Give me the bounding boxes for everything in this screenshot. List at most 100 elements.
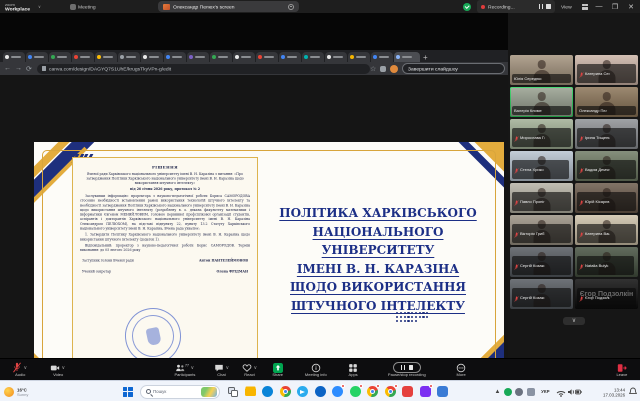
- minimize-button[interactable]: —: [594, 3, 604, 10]
- tray-expand-icon[interactable]: ▲: [495, 389, 501, 395]
- file-explorer-taskbar-icon[interactable]: [244, 385, 257, 398]
- notification-badge: [341, 384, 345, 388]
- antivirus-icon[interactable]: [504, 388, 512, 396]
- participant-name: Катерина Вакуленко: [585, 232, 610, 236]
- language-indicator[interactable]: УКР: [542, 389, 550, 394]
- search-doodle-image: [201, 387, 217, 397]
- participant-tile[interactable]: Катерина Сегеда: [575, 55, 638, 85]
- shared-screen-tab-label: Олександр Пелюх's screen: [173, 4, 234, 10]
- participant-tile[interactable]: Олександр Пелюх: [575, 87, 638, 117]
- tab-favicon: [74, 55, 78, 59]
- participant-tile[interactable]: Ірина Тищенко: [575, 119, 638, 149]
- chrome-profile-2-taskbar-icon[interactable]: [384, 385, 397, 398]
- audio-label: Audio: [15, 373, 25, 376]
- screen-share-icon: [163, 4, 170, 10]
- participant-tile[interactable]: Катерина Вакуленко: [575, 215, 638, 245]
- tab-favicon: [212, 55, 216, 59]
- whatsapp-taskbar-icon[interactable]: [349, 385, 362, 398]
- participant-tile[interactable]: Вікторія Грибалова: [510, 215, 573, 245]
- leave-button[interactable]: Leave: [610, 359, 634, 381]
- telegram-taskbar-icon[interactable]: [296, 385, 309, 398]
- mail-icon[interactable]: [527, 388, 535, 396]
- headset-icon[interactable]: [515, 388, 523, 396]
- stop-recording-icon[interactable]: [546, 4, 551, 9]
- clock[interactable]: 13:44 17.03.2026: [585, 387, 625, 396]
- file-explorer-glyph: [245, 388, 256, 396]
- pause-recording-icon[interactable]: [539, 4, 543, 9]
- apps-button[interactable]: Apps: [341, 359, 365, 381]
- participant-name: Сергій Козаков ГЗ-21: [520, 296, 545, 300]
- tab-shared-screen[interactable]: Олександр Пелюх's screen: [158, 1, 299, 12]
- photos-taskbar-icon[interactable]: [436, 385, 449, 398]
- document-heading: РІШЕННЯ: [80, 165, 250, 170]
- tab-meeting[interactable]: Meeting: [70, 2, 110, 12]
- participant-tile[interactable]: Юлія Середюкова: [510, 55, 573, 85]
- participant-tile[interactable]: Вадим Демченко ГЗ-31: [575, 151, 638, 181]
- mic-muted-icon: [514, 257, 519, 275]
- chrome-taskbar-icon[interactable]: [279, 385, 292, 398]
- participant-tile[interactable]: Павло Пронін ГН-41: [510, 183, 573, 213]
- maximize-button[interactable]: ❐: [610, 3, 620, 11]
- security-shield-icon[interactable]: [463, 3, 471, 11]
- participant-tile[interactable]: Юрій Кісарєв: [575, 183, 638, 213]
- react-button[interactable]: ∨React: [238, 359, 262, 381]
- forward-icon: →: [15, 65, 22, 72]
- pause-icon[interactable]: [401, 365, 405, 370]
- system-tray: ▲ УКР 13:44 17.03.2026: [495, 381, 638, 401]
- video-button[interactable]: ∨Video: [46, 359, 70, 381]
- illustrator-glyph: [420, 386, 431, 397]
- close-button[interactable]: ✕: [626, 3, 636, 11]
- premiere-taskbar-icon[interactable]: [401, 385, 414, 398]
- more-button[interactable]: More: [449, 359, 473, 381]
- weather-widget[interactable]: 16°C Sunny: [4, 382, 40, 401]
- meeting-info-button[interactable]: Meeting info: [294, 359, 338, 381]
- browser-tab: [49, 52, 71, 62]
- mic-muted-icon: [514, 225, 519, 243]
- workspace-chevron-icon[interactable]: ∨: [38, 4, 41, 9]
- notification-badge: [359, 384, 363, 388]
- start-button[interactable]: [121, 385, 134, 398]
- chrome-profile-taskbar-icon[interactable]: [366, 385, 379, 398]
- audio-button[interactable]: ∨Audio: [8, 359, 32, 381]
- pause-stop-recording-controls[interactable]: [393, 362, 421, 373]
- more-participants-button[interactable]: ∨: [563, 317, 585, 325]
- participant-label: Валерія Клименко: [512, 106, 571, 115]
- participant-tile[interactable]: Стела Хрико: [510, 151, 573, 181]
- zoom-taskbar-icon[interactable]: [331, 385, 344, 398]
- tab-favicon: [166, 55, 170, 59]
- notifications-bell-icon[interactable]: [629, 387, 637, 396]
- stop-icon[interactable]: [409, 365, 414, 370]
- participant-label: Ірина Тищенко: [577, 128, 636, 147]
- tab-title-placeholder: [264, 56, 274, 58]
- document-intro: Вченої ради Харківського національного у…: [80, 172, 250, 186]
- task-view-taskbar-icon[interactable]: [226, 385, 239, 398]
- participants-button[interactable]: 77∨Participants: [164, 359, 206, 381]
- view-button[interactable]: View: [561, 2, 588, 12]
- participant-tile[interactable]: Natalia Bulyk: [575, 247, 638, 277]
- participant-tile[interactable]: Сергій Козаков ГЗ-21: [510, 247, 573, 277]
- onedrive-taskbar-icon[interactable]: [314, 385, 327, 398]
- participant-label: Юрій Кісарєв: [577, 192, 636, 211]
- search-box[interactable]: Пошук: [140, 385, 220, 399]
- record-button[interactable]: Pause/stop recording: [369, 359, 445, 381]
- tab-title-placeholder: [57, 56, 67, 58]
- edge-taskbar-icon[interactable]: [261, 385, 274, 398]
- shared-screen-video: + ← → ⟳ canva.com/design/DAGYQ7S1UhE/kru…: [0, 13, 508, 358]
- participant-tile[interactable]: Сергій Козаков ГЗ-21: [510, 279, 573, 309]
- participant-name: Вікторія Грибалова: [520, 232, 545, 236]
- participant-name: Юрій Кісарєв: [585, 200, 609, 204]
- illustrator-taskbar-icon[interactable]: [419, 385, 432, 398]
- participant-tile[interactable]: Валерія Клименко: [510, 87, 573, 117]
- participant-name: Олександр Пелюх: [579, 109, 607, 113]
- tab-favicon: [51, 55, 55, 59]
- share-button[interactable]: Share: [266, 359, 290, 381]
- mic-muted-icon: [579, 257, 584, 275]
- participant-tile[interactable]: Єгор ПодзолкінЄгор Подзолкін: [575, 279, 638, 309]
- network-volume-battery-icons[interactable]: [556, 387, 582, 397]
- participant-tile[interactable]: Мирослава Горобенко Г-31: [510, 119, 573, 149]
- chat-button[interactable]: ∨Chat: [210, 359, 234, 381]
- tab-options-icon[interactable]: [288, 4, 294, 10]
- weather-condition: Sunny: [17, 393, 28, 395]
- url-text: canva.com/design/DAGYQ7S1UhE/krugsTkyVPn…: [49, 66, 171, 72]
- participant-label: Сергій Козаков ГЗ-21: [512, 288, 571, 307]
